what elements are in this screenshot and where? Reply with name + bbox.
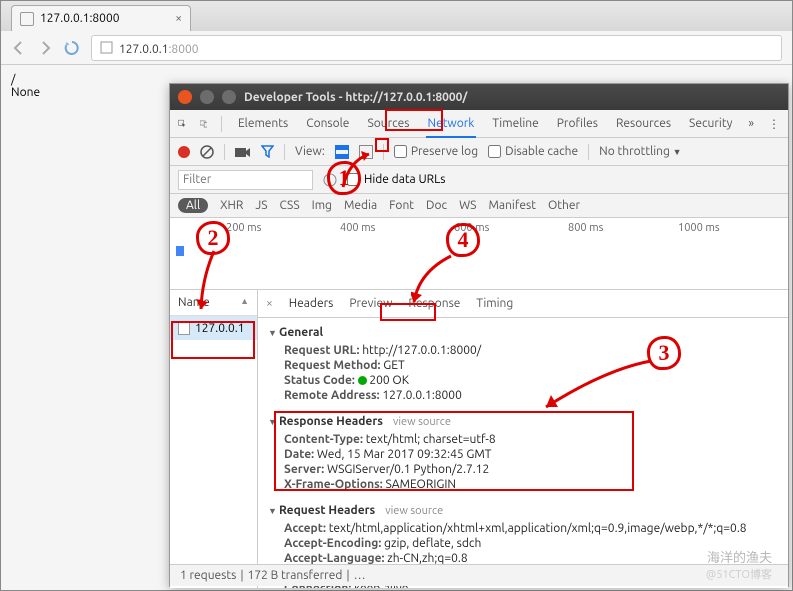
type-css[interactable]: CSS	[280, 199, 300, 212]
view-source-link[interactable]: view source	[385, 505, 443, 517]
type-xhr[interactable]: XHR	[220, 199, 243, 212]
page-icon	[100, 41, 113, 54]
annotation-box-preserve-log	[375, 138, 389, 152]
separator	[588, 144, 589, 160]
detail-tab-headers[interactable]: Headers	[289, 297, 334, 310]
tab-security[interactable]: Security	[687, 111, 734, 136]
filter-icon[interactable]	[261, 145, 274, 158]
device-icon[interactable]	[200, 118, 208, 130]
type-all[interactable]: All	[178, 198, 208, 213]
tab-elements[interactable]: Elements	[236, 111, 290, 136]
annotation-box-response-tab	[380, 303, 436, 321]
type-media[interactable]: Media	[344, 199, 377, 212]
tab-profiles[interactable]: Profiles	[555, 111, 600, 136]
filter-row: Hide data URLs	[170, 166, 788, 194]
window-title: Developer Tools - http://127.0.0.1:8000/	[244, 91, 467, 104]
devtools-window: Developer Tools - http://127.0.0.1:8000/…	[169, 83, 789, 587]
detail-tabs: × Headers Preview Response Timing	[258, 290, 788, 318]
tick-800: 800 ms	[568, 222, 603, 234]
type-img[interactable]: Img	[312, 199, 332, 212]
annotation-number-3: 3	[647, 336, 681, 370]
hide-data-urls-checkbox[interactable]: Hide data URLs	[347, 173, 445, 186]
view-list-icon[interactable]	[335, 145, 349, 159]
separator	[224, 144, 225, 160]
type-ws[interactable]: WS	[459, 199, 476, 212]
tab-console[interactable]: Console	[304, 111, 351, 136]
browser-tab[interactable]: 127.0.0.1:8000 ×	[11, 5, 191, 31]
disable-cache-input[interactable]	[488, 145, 501, 158]
overflow-icon[interactable]: »	[748, 117, 754, 130]
general-title[interactable]: General	[268, 322, 778, 343]
tick-400: 400 ms	[340, 222, 375, 234]
disable-cache-checkbox[interactable]: Disable cache	[488, 145, 578, 158]
tab-resources[interactable]: Resources	[614, 111, 673, 136]
window-max-icon[interactable]	[222, 90, 236, 104]
status-sep: |	[240, 569, 243, 582]
browser-tab-strip: 127.0.0.1:8000 ×	[1, 1, 792, 31]
preserve-log-input[interactable]	[394, 145, 407, 158]
close-icon[interactable]: ×	[175, 12, 182, 25]
close-detail-icon[interactable]: ×	[266, 297, 273, 310]
timeline-bar	[176, 246, 184, 256]
type-doc[interactable]: Doc	[426, 199, 447, 212]
type-manifest[interactable]: Manifest	[488, 199, 535, 212]
separator	[284, 144, 285, 160]
devtools-tabs: Elements Console Sources Network Timelin…	[170, 110, 788, 138]
tick-1000: 1000 ms	[678, 222, 720, 234]
chevron-down-icon: ▼	[673, 147, 682, 157]
annotation-box-response-headers	[274, 411, 634, 491]
status-ok-icon	[358, 376, 367, 385]
view-grid-icon[interactable]	[359, 145, 373, 159]
window-close-icon[interactable]	[178, 90, 192, 104]
preserve-log-checkbox[interactable]: Preserve log	[394, 145, 478, 158]
annotation-number-1: 1	[327, 161, 361, 195]
clear-icon[interactable]	[200, 145, 214, 159]
inspect-icon[interactable]	[178, 116, 186, 131]
forward-icon[interactable]	[37, 40, 53, 56]
back-icon[interactable]	[11, 40, 27, 56]
record-icon[interactable]	[178, 146, 190, 158]
throttling-select[interactable]: No throttling ▼	[599, 145, 681, 158]
url-text: 127.0.0.1:8000	[119, 40, 199, 56]
window-min-icon[interactable]	[200, 90, 214, 104]
favicon-icon	[20, 12, 34, 26]
name-header[interactable]: Name ▲	[170, 290, 257, 316]
watermark-source: @51CTO博客	[706, 566, 772, 582]
general-section: General Request URL: http://127.0.0.1:80…	[258, 318, 788, 407]
separator	[221, 116, 222, 132]
type-js[interactable]: JS	[255, 199, 267, 212]
address-bar: 127.0.0.1:8000	[1, 31, 792, 65]
tab-timeline[interactable]: Timeline	[490, 111, 540, 136]
tick-200: 200 ms	[226, 222, 261, 234]
camera-icon[interactable]	[235, 146, 251, 158]
watermark: 海洋的渔夫	[707, 547, 772, 566]
type-other[interactable]: Other	[548, 199, 580, 212]
detail-tab-timing[interactable]: Timing	[476, 297, 513, 310]
url-input[interactable]: 127.0.0.1:8000	[91, 35, 782, 61]
status-requests: 1 requests	[180, 569, 236, 582]
type-filter-row: All XHR JS CSS Img Media Font Doc WS Man…	[170, 194, 788, 218]
status-transferred: 172 B transferred	[248, 569, 343, 582]
annotation-number-4: 4	[446, 223, 480, 257]
annotation-box-request-item	[171, 321, 255, 359]
network-toolbar: View: Preserve log Disable cache No thro…	[170, 138, 788, 166]
view-label: View:	[295, 145, 325, 158]
reload-icon[interactable]	[63, 39, 81, 57]
type-font[interactable]: Font	[389, 199, 414, 212]
annotation-number-2: 2	[196, 221, 230, 255]
tab-title: 127.0.0.1:8000	[40, 12, 120, 25]
request-headers-title[interactable]: Request Headersview source	[268, 500, 778, 521]
filter-input[interactable]	[178, 170, 313, 190]
annotation-box-network-tab	[385, 109, 443, 131]
status-sep: |	[346, 569, 349, 582]
more-icon[interactable]: ⋮	[768, 117, 780, 131]
sort-icon: ▲	[240, 296, 249, 309]
titlebar[interactable]: Developer Tools - http://127.0.0.1:8000/	[170, 84, 788, 110]
status-bar: 1 requests | 172 B transferred | …	[170, 564, 788, 586]
